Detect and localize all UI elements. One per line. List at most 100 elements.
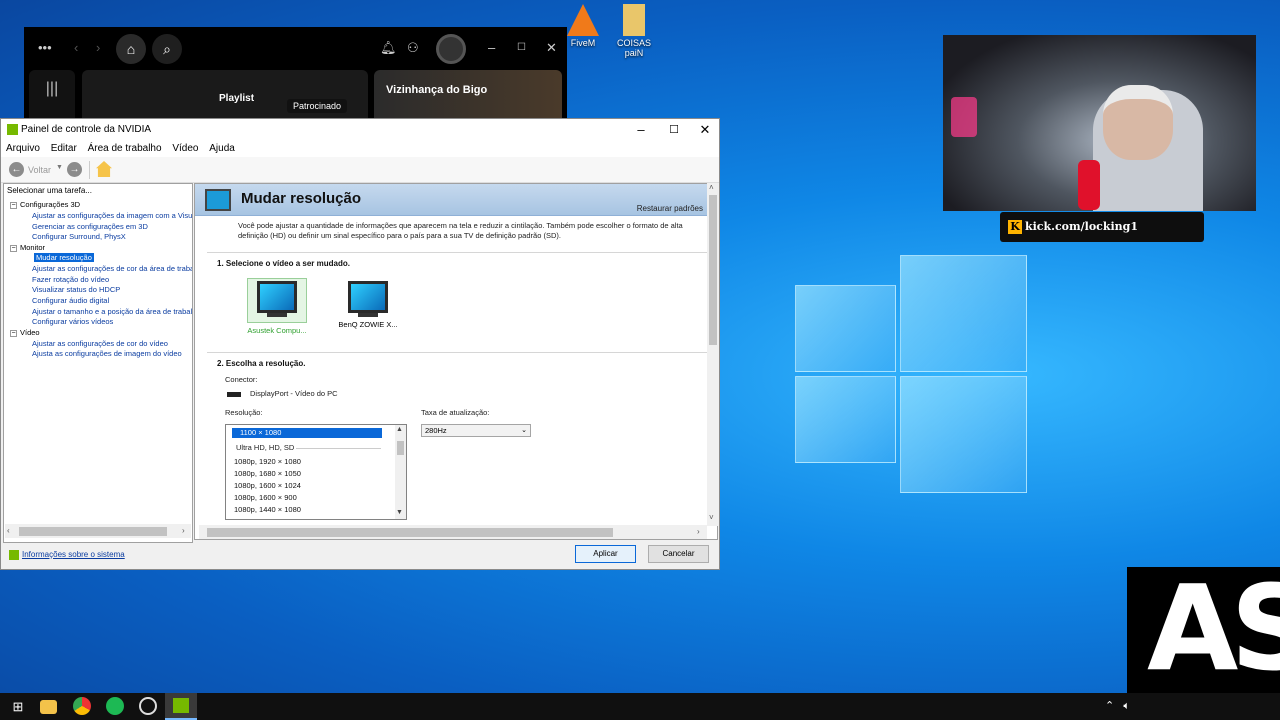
monitor-option-benq[interactable]: BenQ ZOWIE X... <box>338 281 398 329</box>
obs-icon[interactable] <box>139 697 157 715</box>
refresh-rate-dropdown[interactable]: 280Hz ⌄ <box>421 424 531 437</box>
tree-item[interactable]: Configurar Surround, PhysX <box>32 232 126 241</box>
tree-item[interactable]: Configurar áudio digital <box>32 296 109 305</box>
forward-arrow-icon[interactable]: › <box>96 40 100 55</box>
back-arrow-icon[interactable]: ← <box>9 162 24 177</box>
brand-logo: AS <box>1127 567 1280 693</box>
minimize-icon[interactable]: – <box>488 40 495 55</box>
monitor-icon <box>348 281 388 313</box>
maximize-icon[interactable]: ☐ <box>659 121 689 139</box>
monitor-option-asustek[interactable]: Asustek Compu... <box>247 278 307 335</box>
collapse-icon[interactable]: − <box>10 329 17 337</box>
resolution-item[interactable]: 1080p, 1600 × 900 <box>234 493 297 502</box>
tree-item[interactable]: Fazer rotação do vídeo <box>32 275 109 284</box>
tree-item[interactable]: Ajustar as configurações de cor da área … <box>32 264 192 273</box>
back-arrow-icon[interactable]: ‹ <box>74 40 78 55</box>
content-horizontal-scrollbar[interactable]: › <box>199 525 707 539</box>
menu-ajuda[interactable]: Ajuda <box>209 141 235 157</box>
tree-item-mudar-resolucao[interactable]: Mudar resolução <box>34 253 94 262</box>
resolution-list-scrollbar[interactable]: ▲ ▼ <box>395 425 406 519</box>
page-header: Mudar resolução Restaurar padrões <box>195 184 717 216</box>
tree-group-3d[interactable]: − Configurações 3D <box>10 200 80 209</box>
resolution-list[interactable]: 1100 × 1080 Ultra HD, HD, SD 1080p, 1920… <box>225 424 407 520</box>
tree-item[interactable]: Ajusta as configurações de imagem do víd… <box>32 349 182 358</box>
monitor-resolution-icon <box>205 189 231 211</box>
desktop-icon-coisas-pain[interactable]: COISAS paiN <box>608 4 660 58</box>
nvidia-control-panel-window: Painel de controle da NVIDIA – ☐ ✕ Arqui… <box>0 118 720 570</box>
avatar[interactable] <box>436 34 466 64</box>
page-description: Você pode ajustar a quantidade de inform… <box>238 221 683 240</box>
task-tree-panel: Selecionar uma tarefa... − Configurações … <box>3 183 193 543</box>
tree-group-monitor[interactable]: − Monitor <box>10 243 45 252</box>
tree-item[interactable]: Configurar vários vídeos <box>32 317 113 326</box>
tree-item[interactable]: Gerenciar as configurações em 3D <box>32 222 148 231</box>
chevron-down-icon[interactable]: ▼ <box>56 164 63 171</box>
page-title: Mudar resolução <box>241 190 362 207</box>
system-tray-icons[interactable]: ⌃ 🔈︎ <box>1105 699 1130 713</box>
displayport-icon <box>227 392 241 397</box>
tree-group-video[interactable]: − Vídeo <box>10 328 40 337</box>
nvidia-logo-icon <box>7 124 18 135</box>
scroll-up-icon[interactable]: ˄ <box>709 183 714 192</box>
spotify-icon[interactable] <box>106 697 124 715</box>
system-info-link[interactable]: Informações sobre o sistema <box>9 550 125 560</box>
menu-bar: Arquivo Editar Área de trabalho Vídeo Aj… <box>1 141 719 157</box>
nvidia-logo-icon <box>173 698 189 713</box>
resolution-group-label: Ultra HD, HD, SD <box>236 443 295 452</box>
search-icon[interactable]: ⌕ <box>152 34 182 64</box>
resolution-item-selected[interactable]: 1100 × 1080 <box>232 428 382 438</box>
menu-arquivo[interactable]: Arquivo <box>6 141 40 157</box>
resolution-item[interactable]: 1080p, 1680 × 1050 <box>234 469 301 478</box>
forward-arrow-icon[interactable]: → <box>67 162 82 177</box>
content-vertical-scrollbar[interactable]: ˄ ˅ <box>707 183 719 526</box>
back-button[interactable]: Voltar <box>28 165 51 175</box>
task-tree-header: Selecionar uma tarefa... <box>7 186 92 195</box>
connector-value: DisplayPort - Vídeo do PC <box>250 389 338 398</box>
kick-logo-icon: K <box>1008 220 1022 234</box>
taskbar: ⊞ ⌃ 🔈︎ <box>0 693 1280 720</box>
close-icon[interactable]: ✕ <box>690 121 720 139</box>
apply-button[interactable]: Aplicar <box>575 545 636 563</box>
monitor-icon <box>257 281 297 313</box>
spotify-window: ••• ‹ › ⌂ ⌕ 🔔︎ ⚇ – ☐ ✕ ||| Playlist Patr… <box>24 27 567 130</box>
tree-item[interactable]: Ajustar as configurações da imagem com a… <box>32 211 192 220</box>
scroll-right-icon[interactable]: › <box>697 527 700 536</box>
restore-defaults-link[interactable]: Restaurar padrões <box>637 204 703 213</box>
menu-video[interactable]: Vídeo <box>172 141 198 157</box>
close-icon[interactable]: ✕ <box>546 40 557 56</box>
cancel-button[interactable]: Cancelar <box>648 545 709 563</box>
scroll-up-icon[interactable]: ▲ <box>396 426 403 433</box>
collapse-icon[interactable]: − <box>10 201 17 209</box>
minimize-icon[interactable]: – <box>626 121 656 139</box>
maximize-icon[interactable]: ☐ <box>517 42 526 53</box>
bell-icon[interactable]: 🔔︎ <box>380 40 397 56</box>
file-explorer-icon[interactable] <box>40 700 57 714</box>
menu-area-de-trabalho[interactable]: Área de trabalho <box>88 141 162 157</box>
scroll-down-icon[interactable]: ▼ <box>396 509 403 516</box>
webcam-overlay <box>943 35 1256 211</box>
tree-horizontal-scrollbar[interactable]: ‹ › <box>5 524 191 538</box>
collapse-icon[interactable]: − <box>10 244 17 252</box>
home-icon[interactable]: ⌂ <box>116 34 146 64</box>
menu-editar[interactable]: Editar <box>51 141 77 157</box>
more-icon[interactable]: ••• <box>38 40 52 55</box>
chrome-icon[interactable] <box>73 697 91 715</box>
scroll-down-icon[interactable]: ˅ <box>709 513 714 522</box>
chevron-down-icon: ⌄ <box>521 427 527 434</box>
friends-icon[interactable]: ⚇ <box>407 40 419 56</box>
resolution-label: Resolução: <box>225 408 263 417</box>
kick-banner: Kkick.com/locking1 <box>1000 212 1204 242</box>
tree-item[interactable]: Visualizar status do HDCP <box>32 285 120 294</box>
title-bar: Painel de controle da NVIDIA – ☐ ✕ <box>1 119 719 141</box>
nvidia-logo-icon <box>9 550 19 560</box>
start-menu-icon[interactable]: ⊞ <box>8 697 28 717</box>
tree-item[interactable]: Ajustar o tamanho e a posição da área de… <box>32 307 192 316</box>
resolution-item[interactable]: 1080p, 1920 × 1080 <box>234 457 301 466</box>
taskbar-nvidia-active[interactable] <box>165 693 197 720</box>
home-icon[interactable] <box>96 161 112 177</box>
fivem-icon <box>567 4 599 36</box>
connector-label: Conector: <box>225 375 258 384</box>
resolution-item[interactable]: 1080p, 1440 × 1080 <box>234 505 301 514</box>
tree-item[interactable]: Ajustar as configurações de cor do vídeo <box>32 339 168 348</box>
resolution-item[interactable]: 1080p, 1600 × 1024 <box>234 481 301 490</box>
